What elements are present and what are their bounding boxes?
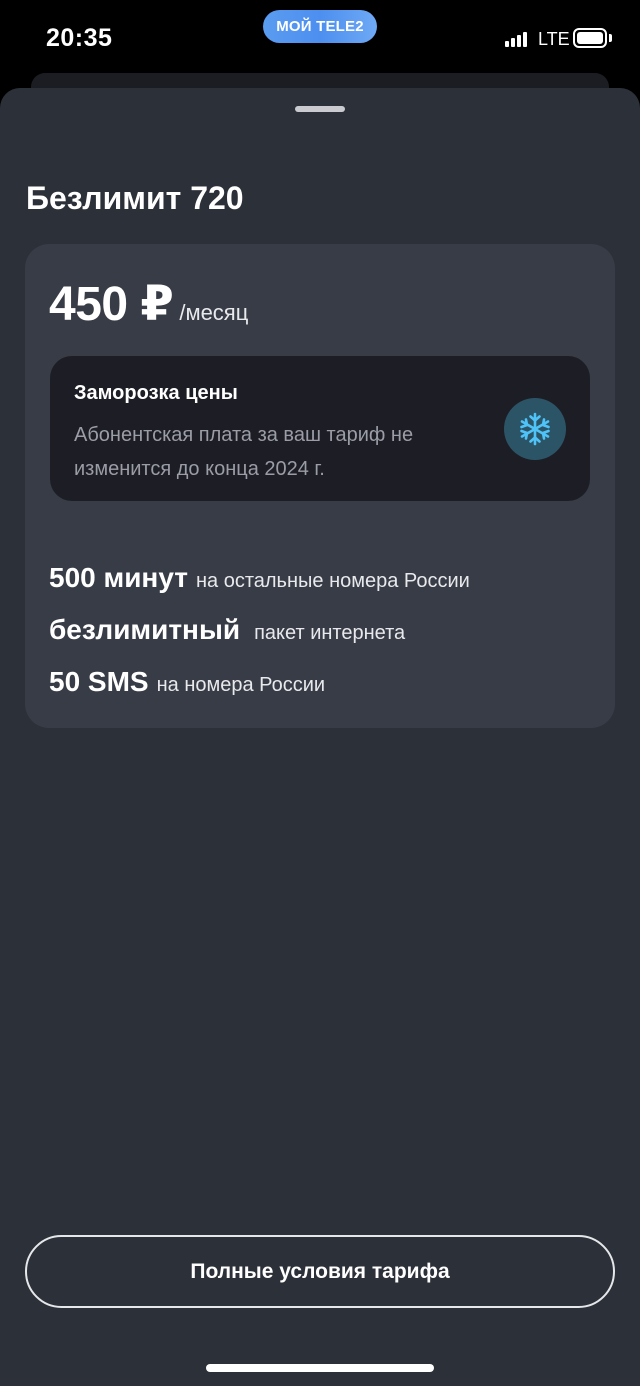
- price-freeze-box: Заморозка цены Абонентская плата за ваш …: [50, 356, 590, 501]
- tariff-title: Безлимит 720: [26, 180, 244, 216]
- app-pill[interactable]: МОЙ TELE2: [263, 10, 377, 43]
- tariff-card: 450 ₽ /месяц Заморозка цены Абонентская …: [25, 244, 615, 728]
- full-terms-button[interactable]: Полные условия тарифа: [25, 1235, 615, 1308]
- feature-internet: безлимитный пакет интернета: [49, 614, 589, 666]
- feature-sms: 50 SMS на номера России: [49, 666, 589, 718]
- price-period: /месяц: [179, 300, 249, 325]
- network-type: LTE: [538, 29, 570, 49]
- tariff-bottom-sheet: Безлимит 720 450 ₽ /месяц Заморозка цены…: [0, 88, 640, 1386]
- feature-sub: на остальные номера России: [195, 570, 470, 592]
- feature-minutes: 500 минут на остальные номера России: [49, 562, 589, 614]
- battery-tip: [609, 34, 612, 42]
- price-block: 450 ₽ /месяц: [49, 276, 248, 332]
- price-freeze-title: Заморозка цены: [74, 382, 238, 404]
- snowflake-icon: [504, 398, 566, 460]
- tariff-features: 500 минут на остальные номера России без…: [49, 562, 589, 718]
- status-time: 20:35: [46, 24, 113, 52]
- feature-main: безлимитный: [49, 614, 241, 645]
- home-indicator: [206, 1364, 434, 1372]
- price-amount: 450 ₽: [49, 278, 174, 331]
- price-freeze-description: Абонентская плата за ваш тариф не измени…: [74, 424, 414, 480]
- feature-main: 50 SMS: [49, 666, 149, 697]
- feature-sub: на номера России: [156, 674, 326, 696]
- status-bar: 20:35 МОЙ TELE2 LTE: [0, 0, 640, 80]
- signal-icon: [505, 31, 529, 47]
- feature-main: 500 минут: [49, 562, 188, 593]
- sheet-grabber[interactable]: [295, 106, 345, 112]
- battery-icon: [573, 28, 607, 48]
- feature-sub: пакет интернета: [254, 622, 406, 644]
